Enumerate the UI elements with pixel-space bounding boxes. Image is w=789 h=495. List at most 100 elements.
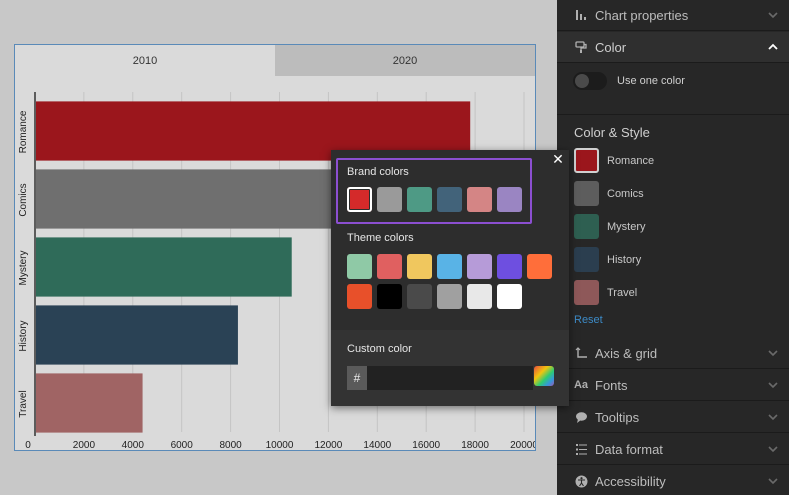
x-tick-label: 0	[25, 440, 31, 450]
brand-color-swatch[interactable]	[467, 187, 492, 212]
tab-2010[interactable]: 2010	[15, 45, 275, 76]
year-tabs: 2010 2020	[15, 45, 535, 76]
chevron-down-icon	[768, 382, 778, 389]
section-axis-grid[interactable]: Axis & grid	[557, 338, 789, 369]
divider	[557, 114, 789, 115]
color-swatch[interactable]	[574, 280, 599, 305]
section-tooltips[interactable]: Tooltips	[557, 402, 789, 433]
chevron-down-icon	[768, 446, 778, 453]
theme-color-swatch[interactable]	[377, 254, 402, 279]
theme-color-swatch[interactable]	[467, 254, 492, 279]
reset-link[interactable]: Reset	[574, 314, 603, 326]
fonts-icon: Aa	[573, 379, 589, 391]
section-label: Fonts	[595, 377, 628, 393]
close-icon[interactable]: ✕	[551, 152, 565, 166]
brand-color-swatch[interactable]	[497, 187, 522, 212]
x-tick-label: 12000	[314, 440, 342, 450]
section-accessibility[interactable]: Accessibility	[557, 466, 789, 495]
hash-prefix: #	[347, 366, 367, 390]
x-tick-label: 8000	[219, 440, 242, 450]
theme-color-swatch[interactable]	[407, 284, 432, 309]
custom-color-title: Custom color	[347, 343, 412, 355]
category-label: Travel	[18, 390, 29, 417]
legend-label: History	[607, 253, 642, 266]
chevron-up-icon	[768, 43, 778, 50]
x-tick-label: 10000	[266, 440, 294, 450]
hex-color-input[interactable]	[367, 366, 533, 390]
chevron-down-icon	[768, 414, 778, 421]
legend-item-comics[interactable]: Comics	[574, 181, 644, 206]
theme-color-swatch[interactable]	[497, 254, 522, 279]
legend-item-travel[interactable]: Travel	[574, 280, 637, 305]
x-tick-label: 20000	[510, 440, 535, 450]
axis-icon	[573, 345, 589, 361]
legend-item-mystery[interactable]: Mystery	[574, 214, 646, 239]
brand-color-swatch[interactable]	[347, 187, 372, 212]
brand-color-swatch[interactable]	[407, 187, 432, 212]
section-chart-properties[interactable]: Chart properties	[557, 0, 789, 31]
color-wheel-icon[interactable]	[534, 366, 554, 386]
bar-history[interactable]	[36, 305, 238, 365]
legend-label: Mystery	[607, 220, 646, 233]
brand-color-swatch[interactable]	[437, 187, 462, 212]
color-picker-popover: ✕ Brand colors Theme colors Custom color…	[331, 150, 569, 406]
section-label: Data format	[595, 441, 663, 457]
section-label: Axis & grid	[595, 345, 658, 361]
legend-item-history[interactable]: History	[574, 247, 641, 272]
color-style-title: Color & Style	[574, 125, 650, 140]
bar-travel[interactable]	[36, 373, 143, 433]
color-swatch[interactable]	[574, 148, 599, 173]
theme-color-swatch[interactable]	[497, 284, 522, 309]
toggle-knob	[575, 74, 589, 88]
legend-item-romance[interactable]: Romance	[574, 148, 654, 173]
paint-icon	[573, 39, 589, 55]
section-data-format[interactable]: Data format	[557, 434, 789, 465]
custom-color-section: Custom color #	[331, 330, 569, 406]
theme-colors-title: Theme colors	[347, 232, 414, 244]
theme-color-swatch[interactable]	[347, 254, 372, 279]
legend-label: Romance	[607, 154, 655, 167]
color-swatch[interactable]	[574, 181, 599, 206]
brand-color-swatch[interactable]	[377, 187, 402, 212]
use-one-color-toggle[interactable]	[573, 72, 607, 90]
category-label: History	[18, 320, 29, 351]
x-tick-label: 6000	[171, 440, 194, 450]
x-tick-label: 16000	[412, 440, 440, 450]
section-label: Tooltips	[595, 409, 640, 425]
theme-color-swatch[interactable]	[347, 284, 372, 309]
category-label: Romance	[18, 110, 29, 153]
category-label: Comics	[18, 183, 29, 216]
tab-2020[interactable]: 2020	[275, 45, 535, 76]
bar-chart-icon	[573, 7, 589, 23]
section-label: Accessibility	[595, 474, 666, 489]
x-tick-label: 2000	[73, 440, 96, 450]
x-tick-label: 14000	[363, 440, 391, 450]
section-label: Color	[595, 39, 627, 55]
x-tick-label: 18000	[461, 440, 489, 450]
x-tick-label: 4000	[122, 440, 145, 450]
section-fonts[interactable]: Aa Fonts	[557, 370, 789, 401]
theme-color-swatch[interactable]	[377, 284, 402, 309]
theme-color-swatch[interactable]	[437, 284, 462, 309]
bar-mystery[interactable]	[36, 237, 292, 297]
chevron-down-icon	[768, 350, 778, 357]
list-icon	[573, 441, 589, 457]
tooltip-icon	[573, 409, 589, 425]
properties-sidebar: Chart properties Color Use one color Col…	[557, 0, 789, 495]
legend-label: Comics	[607, 187, 644, 200]
color-swatch[interactable]	[574, 214, 599, 239]
bar-comics[interactable]	[36, 169, 353, 229]
section-color[interactable]: Color	[557, 32, 789, 63]
section-label: Chart properties	[595, 7, 689, 23]
chevron-down-icon	[768, 12, 778, 19]
theme-color-swatch[interactable]	[527, 254, 552, 279]
theme-color-swatch[interactable]	[467, 284, 492, 309]
use-one-color-label: Use one color	[617, 75, 685, 87]
brand-colors-title: Brand colors	[347, 166, 409, 178]
use-one-color-row: Use one color	[573, 72, 685, 90]
color-swatch[interactable]	[574, 247, 599, 272]
category-label: Mystery	[18, 251, 29, 286]
legend-label: Travel	[607, 286, 638, 299]
theme-color-swatch[interactable]	[437, 254, 462, 279]
theme-color-swatch[interactable]	[407, 254, 432, 279]
